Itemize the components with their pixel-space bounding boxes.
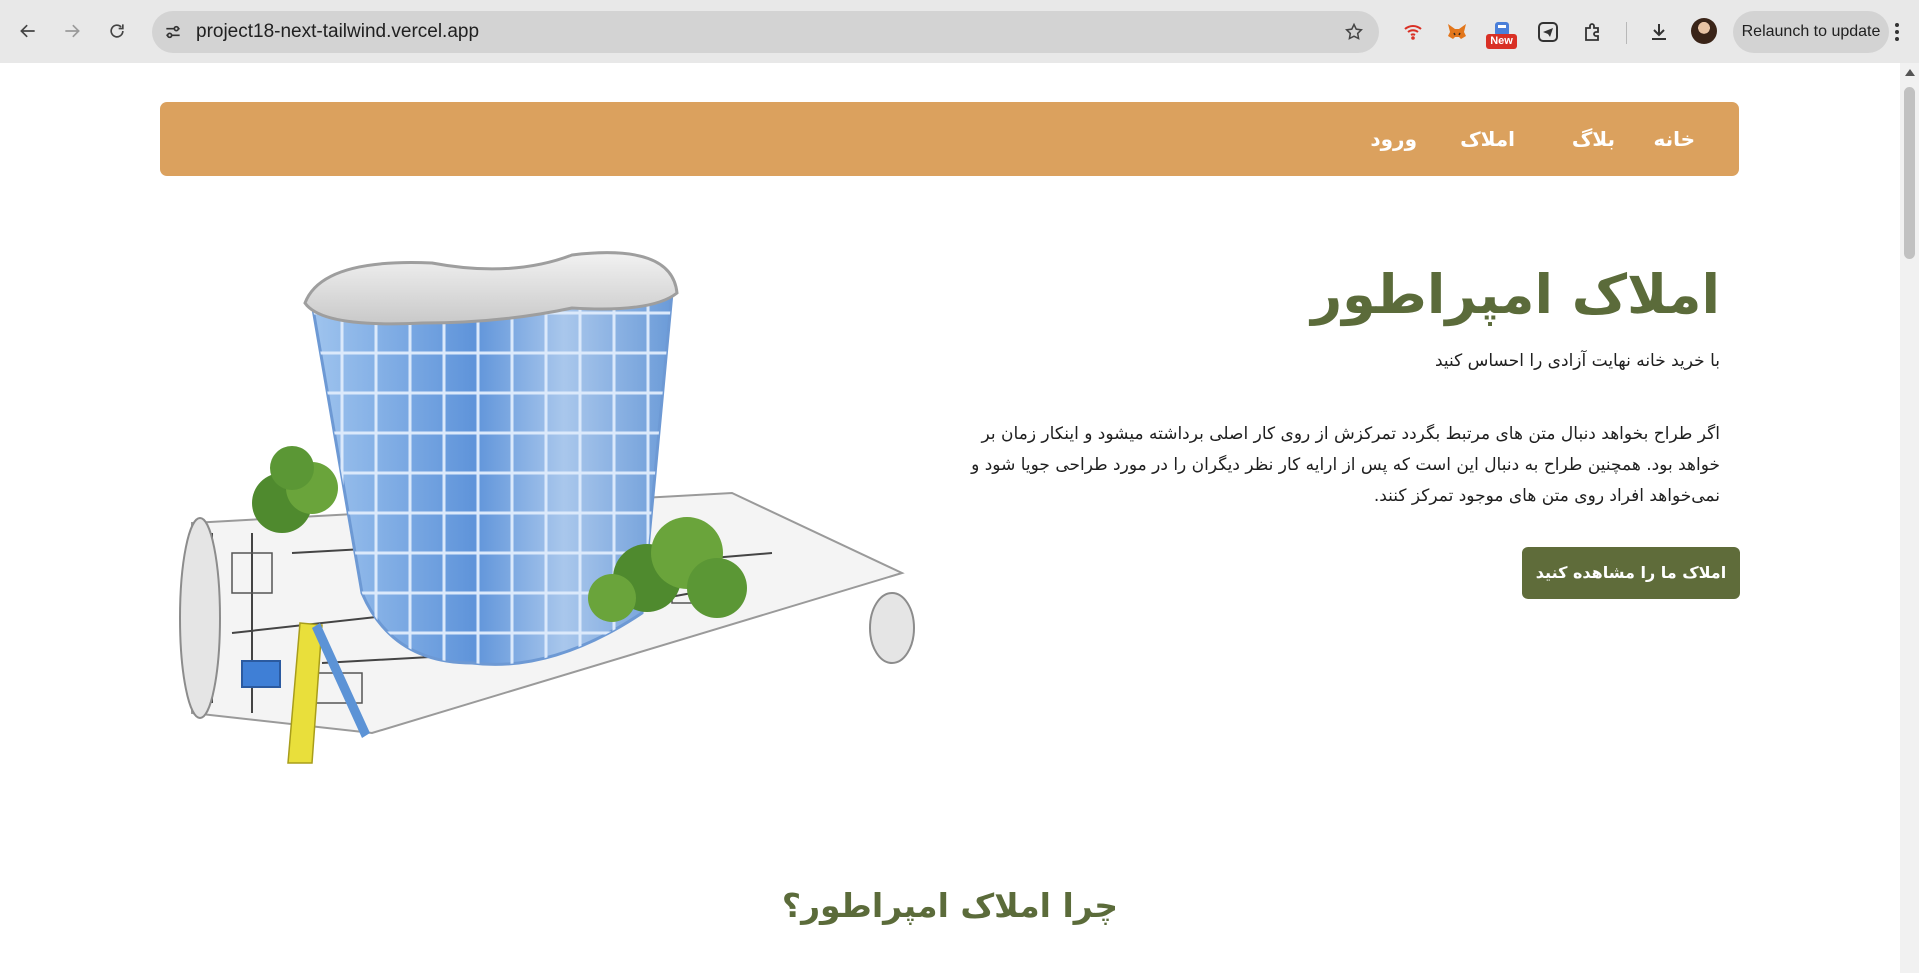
avatar[interactable] [1691,18,1717,44]
site-info-icon[interactable] [162,21,184,43]
site-navbar: خانه بلاگ املاک ورود [160,102,1739,176]
address-bar[interactable]: project18-next-tailwind.vercel.app [152,11,1379,53]
wifi-extension-icon[interactable] [1399,18,1427,46]
relaunch-button[interactable]: Relaunch to update [1733,11,1889,53]
browser-toolbar: project18-next-tailwind.vercel.app New R… [0,0,1919,64]
toolbar-separator [1626,22,1627,44]
view-properties-button[interactable]: املاک ما را مشاهده کنید [1522,547,1740,599]
more-menu-icon[interactable] [1890,18,1904,46]
scroll-thumb[interactable] [1904,87,1915,259]
reload-button[interactable] [100,14,134,48]
hero-title: املاک امپراطور [1311,263,1720,326]
page-viewport: خانه بلاگ املاک ورود املاک امپراطور با خ… [0,63,1900,973]
building-illustration [179,251,915,764]
back-arrow-icon [20,24,35,38]
forward-arrow-icon [65,24,80,38]
hero-subtitle: با خرید خانه نهایت آزادی را احساس کنید [1434,351,1720,371]
page-scrollbar[interactable] [1900,63,1919,973]
hero-description: اگر طراح بخواهد دنبال متن های مرتبط بگرد… [971,424,1720,506]
new-badge: New [1486,34,1517,49]
forward-button[interactable] [55,14,89,48]
back-button[interactable] [11,14,45,48]
extensions-puzzle-icon[interactable] [1579,18,1607,46]
bookmark-star-icon[interactable] [1343,21,1365,43]
nav-link-properties[interactable]: املاک [1460,102,1515,176]
url-text[interactable]: project18-next-tailwind.vercel.app [196,11,479,53]
scroll-up-arrow-icon[interactable] [1905,69,1915,76]
nav-link-blog[interactable]: بلاگ [1572,102,1615,176]
download-icon[interactable] [1645,18,1673,46]
metamask-fox-icon[interactable] [1443,18,1471,46]
reload-icon [110,24,124,38]
telegram-icon[interactable] [1534,18,1562,46]
why-section-title: چرا املاک امپراطور؟ [781,886,1119,925]
nav-link-home[interactable]: خانه [1653,102,1695,176]
nav-link-login[interactable]: ورود [1370,102,1417,176]
